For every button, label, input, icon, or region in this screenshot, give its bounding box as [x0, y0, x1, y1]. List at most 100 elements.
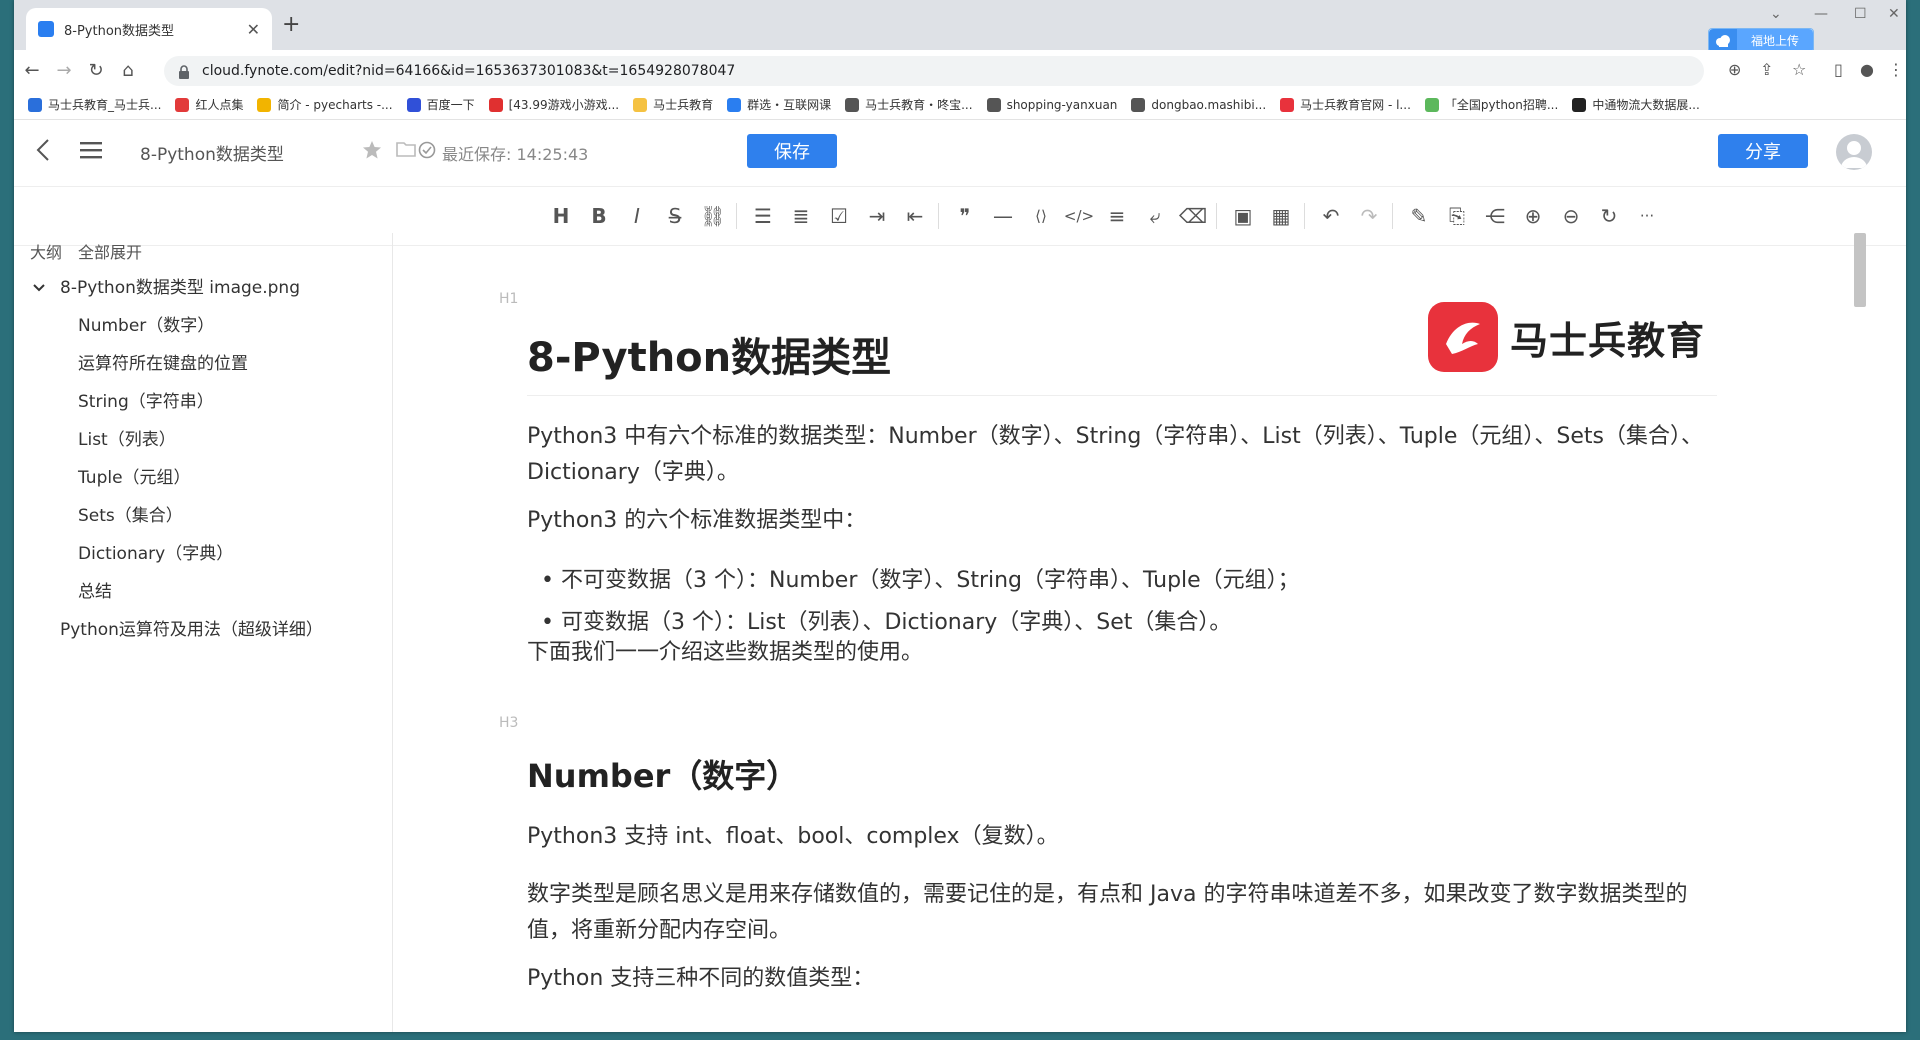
bookmarks-bar: 马士兵教育_马士兵... 红人点集 简介 - pyecharts -... 百度一下 [… — [14, 90, 1906, 120]
outline-item[interactable]: 运算符所在键盘的位置 — [14, 345, 392, 383]
bookmark-favicon-icon — [727, 97, 742, 112]
bookmark-item[interactable]: 马士兵教育・咚宝... — [845, 96, 973, 113]
indent-icon[interactable]: ⇥ — [864, 203, 890, 229]
refresh-icon[interactable]: ↻ — [1596, 203, 1622, 229]
redo-icon[interactable]: ↷ — [1356, 203, 1382, 229]
minimize-icon[interactable]: — — [1814, 6, 1828, 22]
folder-icon[interactable] — [396, 140, 416, 162]
share-button[interactable]: 分享 — [1718, 134, 1808, 168]
text-wrap-icon[interactable]: ⤶ — [1142, 203, 1168, 229]
bookmark-item[interactable]: 马士兵教育_马士兵... — [28, 96, 161, 113]
outline-list: 8-Python数据类型 image.png Number（数字） 运算符所在键盘的… — [14, 269, 392, 649]
outline-item[interactable]: Python运算符及用法（超级详细） — [14, 611, 392, 649]
bookmark-item[interactable]: 马士兵教育 — [633, 96, 713, 113]
scrollbar[interactable] — [1854, 233, 1866, 1032]
new-tab-icon[interactable]: + — [282, 12, 300, 37]
browser-tab[interactable]: 8-Python数据类型 ✕ — [26, 8, 272, 50]
url-bar[interactable] — [164, 56, 1704, 86]
document-title[interactable]: 8-Python数据类型 — [140, 140, 284, 165]
outline-item-label: 8-Python数据类型 image.png — [60, 278, 300, 298]
outline-item[interactable]: Number（数字） — [14, 307, 392, 345]
inline-code-icon[interactable]: ⟨⟩ — [1028, 203, 1054, 229]
code-block-icon[interactable]: </> — [1064, 203, 1094, 229]
strikethrough-icon[interactable]: S̶ — [662, 203, 688, 229]
app-header: 8-Python数据类型 最近保存: 14:25:43 保存 分享 — [14, 120, 1906, 187]
back-icon[interactable]: ← — [16, 60, 48, 81]
checklist-icon[interactable]: ☑ — [826, 203, 852, 229]
outline-item[interactable]: List（列表） — [14, 421, 392, 459]
menu-icon[interactable] — [80, 140, 102, 164]
bookmark-favicon-icon — [28, 97, 42, 112]
outline-item-label: 总结 — [78, 582, 112, 602]
bookmark-item[interactable]: [43.99游戏小游戏... — [488, 96, 619, 113]
expand-all-button[interactable]: 全部展开 — [78, 239, 142, 263]
logo-text: 马士兵教育 — [1510, 318, 1706, 363]
avatar[interactable] — [1836, 134, 1872, 170]
table-icon[interactable]: ▦ — [1268, 203, 1294, 229]
window-close-icon[interactable]: ✕ — [1888, 6, 1900, 22]
side-panel-icon[interactable]: ▯ — [1834, 60, 1843, 79]
zoom-in-icon[interactable]: ⊕ — [1520, 203, 1546, 229]
heading-divider — [527, 395, 1717, 396]
tab-close-icon[interactable]: ✕ — [247, 20, 260, 39]
bookmark-item[interactable]: 马士兵教育官网 - l... — [1280, 96, 1411, 113]
zoom-icon[interactable]: ⊕ — [1728, 60, 1741, 79]
outline-sidebar: 大纲 全部展开 8-Python数据类型 image.png Number（数字）… — [14, 233, 393, 1032]
bookmark-item[interactable]: 「全国python招聘... — [1424, 96, 1558, 113]
url-input[interactable] — [200, 62, 1604, 80]
link-icon[interactable]: ⛓ — [700, 203, 726, 229]
share-node-icon[interactable]: ⋲ — [1482, 203, 1508, 229]
document-content[interactable]: H1 8-Python数据类型 马士兵教育 Python3 中有六个标准的数据类… — [393, 233, 1867, 1032]
undo-icon[interactable]: ↶ — [1318, 203, 1344, 229]
bookmark-label: 百度一下 — [426, 98, 475, 112]
clear-format-icon[interactable]: ⌫ — [1179, 203, 1207, 229]
forward-icon[interactable]: → — [48, 60, 80, 81]
image-icon[interactable]: ▣ — [1230, 203, 1256, 229]
horizontal-rule-icon[interactable]: — — [990, 203, 1016, 229]
outline-item[interactable]: String（字符串） — [14, 383, 392, 421]
paragraph-six-types: Python3 的六个标准数据类型中： — [527, 508, 867, 533]
outline-item[interactable]: Dictionary（字典） — [14, 535, 392, 573]
maximize-icon[interactable]: ☐ — [1854, 6, 1867, 22]
reload-icon[interactable]: ↻ — [80, 60, 112, 81]
bookmark-favicon-icon — [257, 97, 272, 112]
star-icon[interactable] — [362, 140, 382, 164]
outline-item[interactable]: Sets（集合） — [14, 497, 392, 535]
ordered-list-icon[interactable]: ≣ — [788, 203, 814, 229]
bookmark-item[interactable]: 群选・互联网课 — [727, 96, 831, 113]
bullet-list-icon[interactable]: ☰ — [750, 203, 776, 229]
align-icon[interactable]: ≡ — [1104, 203, 1130, 229]
outdent-icon[interactable]: ⇤ — [902, 203, 928, 229]
edit-icon[interactable]: ✎ — [1406, 203, 1432, 229]
outline-item[interactable]: 8-Python数据类型 image.png — [14, 269, 392, 307]
bookmark-item[interactable]: shopping-yanxuan — [986, 97, 1117, 112]
home-icon[interactable]: ⌂ — [112, 60, 144, 81]
chevron-down-icon[interactable]: ⌄ — [1770, 6, 1782, 22]
tab-outline[interactable]: 大纲 — [30, 239, 62, 263]
quote-icon[interactable]: ❞ — [952, 203, 978, 229]
profile-icon[interactable]: ● — [1860, 60, 1874, 79]
heading-icon[interactable]: H — [548, 203, 574, 229]
bookmark-star-icon[interactable]: ☆ — [1792, 60, 1806, 79]
bookmark-item[interactable]: 中通物流大数据展... — [1572, 96, 1700, 113]
bold-icon[interactable]: B — [586, 203, 612, 229]
bookmark-item[interactable]: dongbao.mashibi... — [1131, 97, 1266, 112]
outline-item[interactable]: Tuple（元组） — [14, 459, 392, 497]
export-icon[interactable]: ⎘ — [1444, 203, 1470, 229]
back-arrow-icon[interactable] — [36, 138, 50, 166]
bookmark-item[interactable]: 简介 - pyecharts -... — [257, 96, 393, 113]
outline-item[interactable]: 总结 — [14, 573, 392, 611]
share-page-icon[interactable]: ⇪ — [1760, 60, 1773, 79]
browser-menu-icon[interactable]: ⋮ — [1888, 60, 1904, 79]
paragraph-number-support: Python3 支持 int、float、bool、complex（复数）。 — [527, 824, 1059, 849]
bookmark-item[interactable]: 红人点集 — [175, 96, 243, 113]
more-icon[interactable]: ··· — [1634, 203, 1660, 229]
italic-icon[interactable]: I — [624, 203, 650, 229]
zoom-out-icon[interactable]: ⊖ — [1558, 203, 1584, 229]
outline-item-label: Sets（集合） — [78, 506, 183, 526]
bookmark-item[interactable]: 百度一下 — [406, 96, 475, 113]
mashibing-logo: 马士兵教育 — [1428, 299, 1728, 375]
scrollbar-thumb[interactable] — [1854, 233, 1866, 307]
outline-item-label: Number（数字） — [78, 316, 215, 336]
save-button[interactable]: 保存 — [747, 134, 837, 168]
